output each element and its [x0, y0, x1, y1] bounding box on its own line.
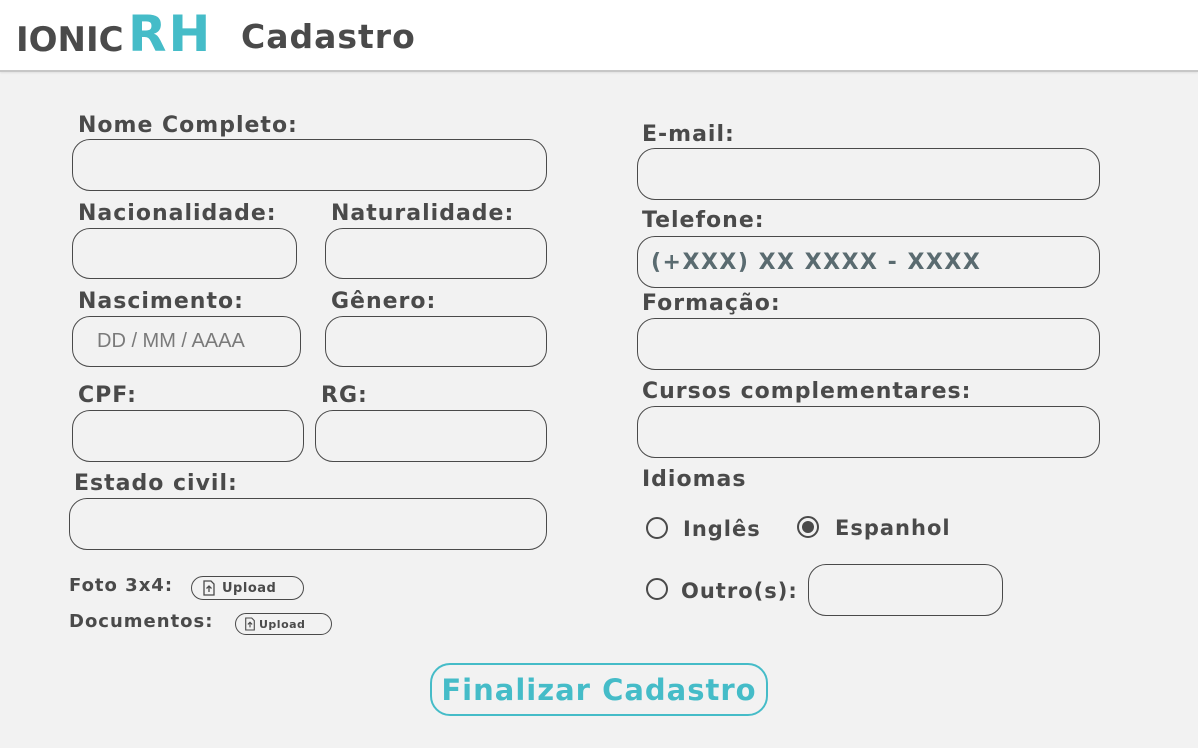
- naturalidade-input[interactable]: [325, 228, 547, 279]
- nome-completo-input[interactable]: [72, 139, 547, 191]
- estado-civil-input[interactable]: [69, 498, 547, 550]
- email-label: E-mail:: [642, 122, 735, 147]
- outros-idiomas-input[interactable]: [808, 564, 1003, 616]
- telefone-placeholder: (+XXX) XX XXXX - XXXX: [651, 249, 982, 275]
- cursos-input[interactable]: [637, 406, 1100, 458]
- documentos-upload-label: Upload: [259, 617, 306, 631]
- cpf-input[interactable]: [72, 410, 304, 462]
- documentos-upload-button[interactable]: Upload: [235, 613, 332, 635]
- nacionalidade-label: Nacionalidade:: [78, 201, 277, 226]
- nome-completo-label: Nome Completo:: [78, 113, 298, 138]
- cursos-label: Cursos complementares:: [642, 379, 972, 404]
- telefone-label: Telefone:: [642, 208, 765, 233]
- radio-outros-label: Outro(s):: [681, 579, 798, 603]
- rg-input[interactable]: [315, 410, 547, 462]
- app-header: IONIC RH Cadastro: [0, 0, 1198, 72]
- estado-civil-label: Estado civil:: [74, 471, 238, 496]
- formacao-label: Formação:: [642, 291, 781, 316]
- nacionalidade-input[interactable]: [72, 228, 297, 279]
- email-input[interactable]: [637, 148, 1100, 200]
- idiomas-label: Idiomas: [642, 467, 747, 492]
- radio-espanhol[interactable]: [797, 516, 819, 538]
- nascimento-input[interactable]: DD / MM / AAAA: [72, 316, 301, 367]
- naturalidade-label: Naturalidade:: [331, 201, 515, 226]
- upload-icon: [245, 617, 255, 631]
- nascimento-placeholder: DD / MM / AAAA: [97, 330, 245, 352]
- logo-text-ionic: IONIC: [16, 20, 124, 60]
- formacao-input[interactable]: [637, 318, 1100, 370]
- radio-ingles[interactable]: [646, 517, 668, 539]
- genero-input[interactable]: [325, 316, 547, 367]
- cpf-label: CPF:: [78, 383, 137, 408]
- logo-text-rh: RH: [128, 5, 213, 63]
- rg-label: RG:: [321, 383, 368, 408]
- nascimento-label: Nascimento:: [78, 289, 244, 314]
- foto-label: Foto 3x4:: [69, 575, 174, 596]
- radio-espanhol-label: Espanhol: [835, 516, 951, 540]
- documentos-label: Documentos:: [69, 611, 214, 632]
- finalizar-cadastro-button[interactable]: Finalizar Cadastro: [430, 663, 768, 716]
- page-title: Cadastro: [241, 17, 416, 56]
- telefone-input[interactable]: (+XXX) XX XXXX - XXXX: [637, 236, 1100, 288]
- upload-icon: [203, 580, 215, 596]
- foto-upload-button[interactable]: Upload: [191, 576, 304, 600]
- foto-upload-label: Upload: [222, 580, 277, 596]
- radio-outros[interactable]: [646, 578, 668, 600]
- genero-label: Gênero:: [331, 289, 437, 314]
- radio-ingles-label: Inglês: [683, 517, 761, 541]
